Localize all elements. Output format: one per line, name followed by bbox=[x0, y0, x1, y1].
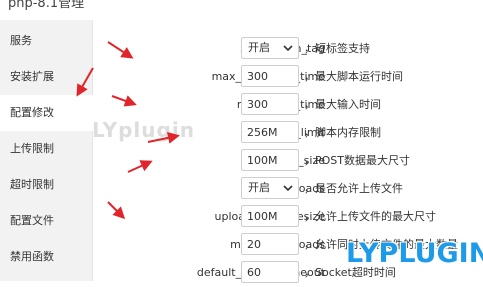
logo: LYPLUGIN bbox=[346, 238, 483, 269]
red-arrow-icon bbox=[76, 41, 180, 220]
